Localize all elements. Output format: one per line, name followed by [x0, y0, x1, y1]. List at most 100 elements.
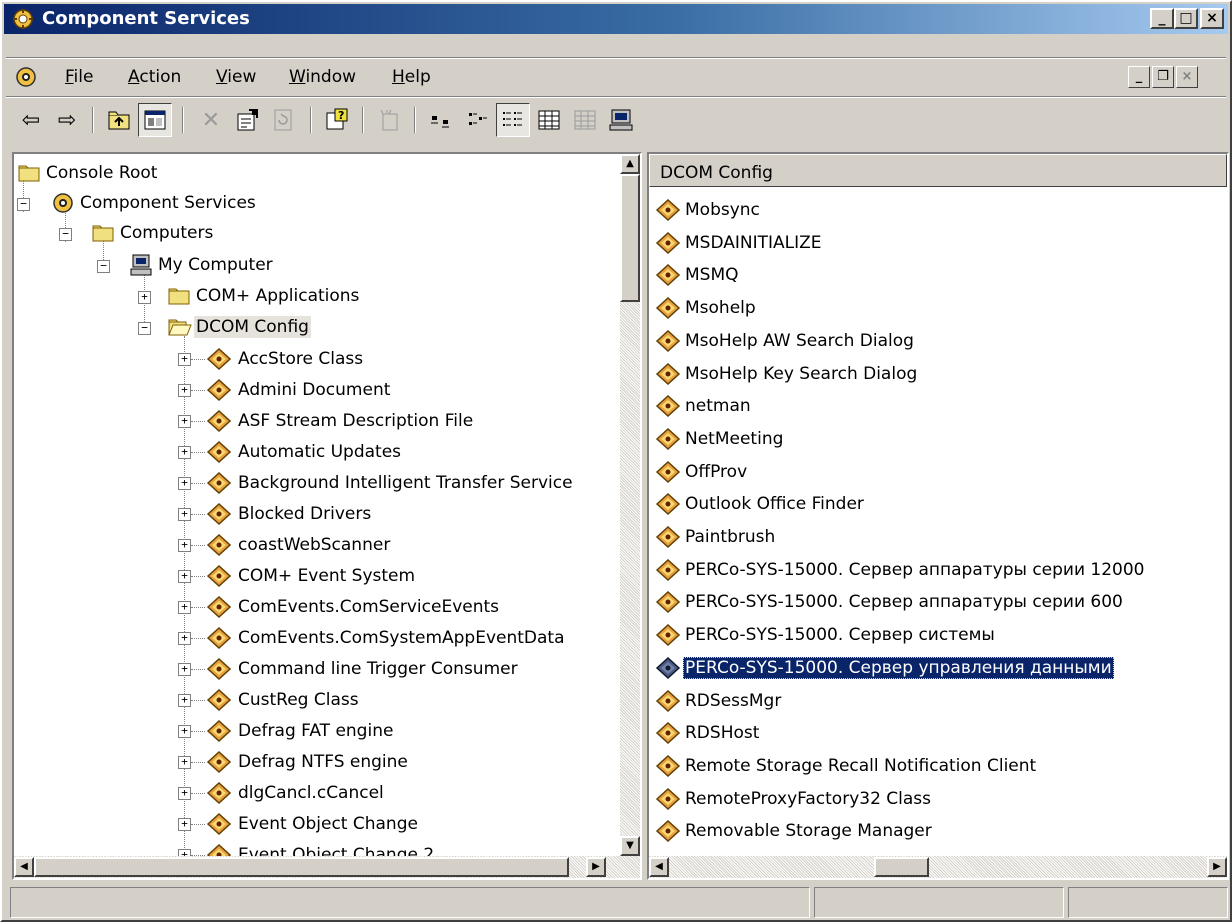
delete-icon[interactable]: ✕ — [194, 103, 228, 137]
tree-node-my-computer[interactable]: My Computer — [130, 250, 275, 280]
menu-help[interactable]: Help — [392, 67, 431, 87]
tree-expander[interactable]: − — [59, 228, 72, 241]
tree-node-dcom-app[interactable]: ComEvents.ComSystemAppEventData — [206, 623, 567, 653]
list-horizontal-scrollbar[interactable]: ◀ ▶ — [649, 856, 1227, 878]
menu-action[interactable]: Action — [128, 67, 181, 87]
scroll-down-button[interactable]: ▼ — [620, 836, 640, 856]
list-item[interactable]: MSMQ — [655, 260, 741, 290]
scroll-thumb[interactable] — [874, 857, 929, 877]
tree-expander[interactable]: + — [178, 756, 191, 769]
refresh-icon[interactable] — [266, 103, 300, 137]
tree-expander[interactable]: − — [138, 322, 151, 335]
tree-node-dcom-app[interactable]: ASF Stream Description File — [206, 406, 475, 436]
child-restore-button[interactable]: ❐ — [1152, 66, 1174, 88]
tree-expander[interactable]: + — [178, 663, 191, 676]
list-item[interactable]: RemoteProxyFactory32 Class — [655, 784, 933, 814]
tree-expander[interactable]: + — [178, 477, 191, 490]
child-minimize-button[interactable]: _ — [1128, 66, 1150, 88]
tree-node-component-services[interactable]: Component Services — [52, 188, 258, 218]
tree-node-console-root[interactable]: Console Root — [18, 158, 159, 188]
close-button[interactable]: × — [1200, 8, 1224, 29]
tree-node-com-applications[interactable]: COM+ Applications — [168, 281, 361, 311]
tree-node-dcom-app[interactable]: CustReg Class — [206, 685, 361, 715]
tree-expander[interactable]: + — [178, 725, 191, 738]
scroll-thumb[interactable] — [34, 857, 569, 877]
tree-expander[interactable]: + — [178, 384, 191, 397]
tree-node-dcom-config[interactable]: DCOM Config — [168, 312, 311, 342]
system-menu-icon[interactable] — [14, 65, 38, 89]
tree-node-dcom-app[interactable]: ComEvents.ComServiceEvents — [206, 592, 501, 622]
tree-expander[interactable]: + — [178, 632, 191, 645]
list-item[interactable]: Paintbrush — [655, 522, 777, 552]
tree-expander[interactable]: + — [178, 818, 191, 831]
tree-expander[interactable]: + — [178, 446, 191, 459]
tree-node-dcom-app[interactable]: coastWebScanner — [206, 530, 392, 560]
forward-icon[interactable]: ⇨ — [50, 103, 84, 137]
list-item[interactable]: PERCo-SYS-15000. Сервер системы — [655, 620, 997, 650]
small-icons-icon[interactable] — [460, 103, 494, 137]
list-item[interactable]: Mobsync — [655, 195, 762, 225]
minimize-button[interactable]: _ — [1150, 8, 1174, 29]
list-item[interactable]: MSDAINITIALIZE — [655, 228, 824, 258]
list-item[interactable]: RDSessMgr — [655, 686, 783, 716]
scroll-thumb[interactable] — [620, 174, 640, 302]
list-item[interactable]: Removable Storage Manager — [655, 816, 934, 846]
tree-expander[interactable]: + — [178, 353, 191, 366]
list-view-icon[interactable] — [496, 103, 530, 137]
menu-file[interactable]: File — [65, 67, 93, 87]
tree-vertical-scrollbar[interactable]: ▲ ▼ — [620, 154, 640, 856]
list-item[interactable]: PERCo-SYS-15000. Сервер аппаратуры серии… — [655, 555, 1147, 585]
column-header-dcom-config[interactable]: DCOM Config — [649, 154, 1227, 187]
tree-expander[interactable]: + — [178, 415, 191, 428]
list-item[interactable]: MsoHelp AW Search Dialog — [655, 326, 916, 356]
scroll-right-button[interactable]: ▶ — [586, 857, 606, 877]
tree-node-dcom-app[interactable]: Automatic Updates — [206, 437, 403, 467]
list-item[interactable]: RDSHost — [655, 718, 761, 748]
menu-view[interactable]: View — [216, 67, 256, 87]
list-item[interactable]: Remote Storage Recall Notification Clien… — [655, 751, 1038, 781]
list-item[interactable]: netman — [655, 391, 753, 421]
help-icon[interactable]: ? — [320, 103, 354, 137]
tree-expander[interactable]: + — [178, 539, 191, 552]
tree-expander[interactable]: + — [178, 787, 191, 800]
tree-node-dcom-app[interactable]: Blocked Drivers — [206, 499, 373, 529]
tree-expander[interactable]: + — [138, 291, 151, 304]
list-item[interactable]: PERCo-SYS-15000. Сервер управления данны… — [655, 653, 1114, 683]
properties-icon[interactable] — [230, 103, 264, 137]
tree-node-dcom-app[interactable]: Defrag NTFS engine — [206, 747, 410, 777]
tree-node-dcom-app[interactable]: Background Intelligent Transfer Service — [206, 468, 575, 498]
back-icon[interactable]: ⇦ — [14, 103, 48, 137]
list-item[interactable]: MsoHelp Key Search Dialog — [655, 359, 919, 389]
scroll-right-button[interactable]: ▶ — [1207, 857, 1227, 877]
tree-expander[interactable]: − — [17, 198, 30, 211]
scroll-left-button[interactable]: ◀ — [649, 857, 669, 877]
configure-computer-icon[interactable] — [568, 103, 602, 137]
tree-horizontal-scrollbar[interactable]: ◀ ▶ — [14, 856, 640, 878]
tree-expander[interactable]: − — [97, 260, 110, 273]
menu-window[interactable]: Window — [289, 67, 356, 87]
list-item[interactable]: PERCo-SYS-15000. Сервер аппаратуры серии… — [655, 587, 1125, 617]
list-item[interactable]: NetMeeting — [655, 424, 785, 454]
list-item[interactable]: Msohelp — [655, 293, 758, 323]
tree-expander[interactable]: + — [178, 508, 191, 521]
child-close-button[interactable]: × — [1176, 66, 1198, 88]
list-item[interactable]: Outlook Office Finder — [655, 489, 866, 519]
tree-expander[interactable]: + — [178, 694, 191, 707]
tree-node-dcom-app[interactable]: Command line Trigger Consumer — [206, 654, 520, 684]
maximize-button[interactable]: □ — [1174, 8, 1198, 29]
tree-node-dcom-app[interactable]: Admini Document — [206, 375, 392, 405]
new-window-icon[interactable] — [372, 103, 406, 137]
scroll-up-button[interactable]: ▲ — [620, 154, 640, 174]
tree-node-dcom-app[interactable]: Defrag FAT engine — [206, 716, 395, 746]
list-item[interactable]: OffProv — [655, 457, 749, 487]
tree-node-dcom-app[interactable]: Event Object Change — [206, 809, 420, 839]
computer-icon[interactable] — [604, 103, 638, 137]
scroll-left-button[interactable]: ◀ — [14, 857, 34, 877]
details-view-icon[interactable] — [532, 103, 566, 137]
tree-node-dcom-app[interactable]: COM+ Event System — [206, 561, 417, 591]
tree-node-computers[interactable]: Computers — [92, 218, 215, 248]
tree-expander[interactable]: + — [178, 601, 191, 614]
title-bar[interactable]: Component Services _ □ × — [4, 4, 1228, 34]
up-one-level-icon[interactable] — [102, 103, 136, 137]
tree-node-dcom-app[interactable]: AccStore Class — [206, 344, 365, 374]
